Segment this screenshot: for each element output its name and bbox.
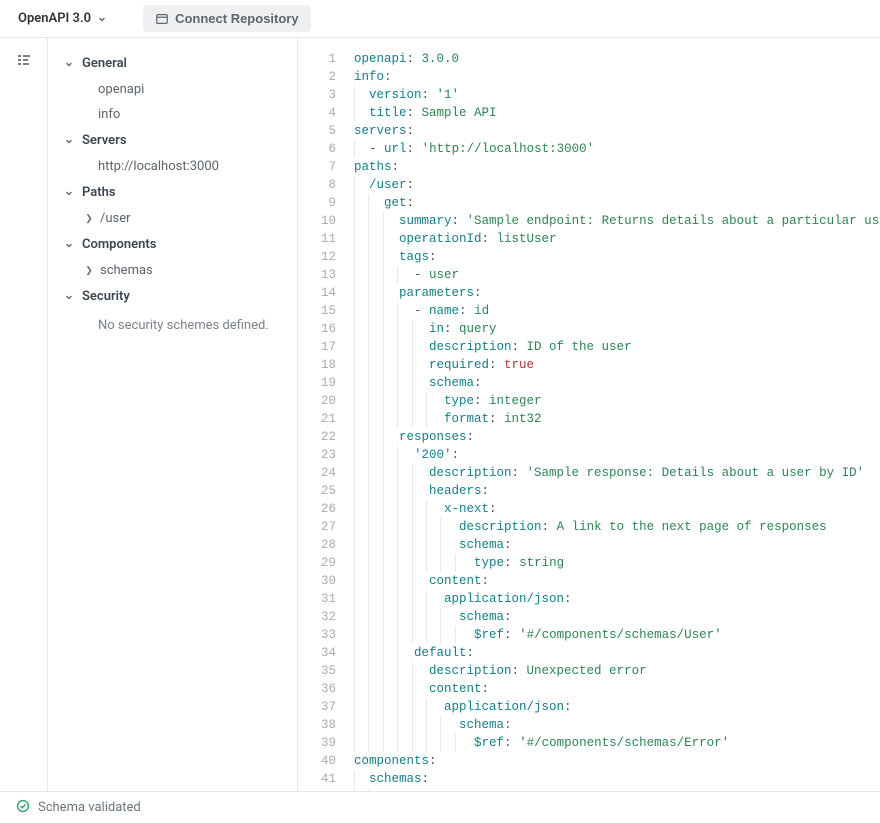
code-line[interactable]: responses: xyxy=(354,428,880,446)
tree-item-info[interactable]: info xyxy=(48,102,297,127)
code-line[interactable]: schema: xyxy=(354,716,880,734)
section-components[interactable]: Components xyxy=(48,231,297,258)
code-line[interactable]: schema: xyxy=(354,374,880,392)
chevron-right-icon xyxy=(84,214,94,224)
code-line[interactable]: $ref: '#/components/schemas/Error' xyxy=(354,734,880,752)
code-line[interactable]: paths: xyxy=(354,158,880,176)
check-circle-icon xyxy=(16,799,30,817)
line-number-gutter: 1234567891011121314151617181920212223242… xyxy=(298,38,344,791)
chevron-down-icon xyxy=(97,12,107,26)
chevron-down-icon xyxy=(64,290,74,304)
code-line[interactable]: required: true xyxy=(354,356,880,374)
section-servers[interactable]: Servers xyxy=(48,127,297,154)
toolbar: OpenAPI 3.0 Connect Repository xyxy=(0,0,880,38)
repository-icon xyxy=(155,12,169,26)
code-line[interactable]: info: xyxy=(354,68,880,86)
chevron-down-icon xyxy=(64,134,74,148)
tree-item-openapi[interactable]: openapi xyxy=(48,77,297,102)
code-line[interactable]: title: Sample API xyxy=(354,104,880,122)
code-line[interactable]: summary: 'Sample endpoint: Returns detai… xyxy=(354,212,880,230)
section-paths-label: Paths xyxy=(82,185,116,200)
code-line[interactable]: x-next: xyxy=(354,500,880,518)
status-text: Schema validated xyxy=(38,800,141,815)
code-line[interactable]: in: query xyxy=(354,320,880,338)
code-line[interactable]: description: ID of the user xyxy=(354,338,880,356)
code-line[interactable]: operationId: listUser xyxy=(354,230,880,248)
code-line[interactable]: headers: xyxy=(354,482,880,500)
code-line[interactable]: description: 'Sample response: Details a… xyxy=(354,464,880,482)
code-line[interactable]: servers: xyxy=(354,122,880,140)
spec-version-select[interactable]: OpenAPI 3.0 xyxy=(10,7,115,30)
sidebar: General openapi info Servers http://loca… xyxy=(48,38,298,791)
code-line[interactable]: - url: 'http://localhost:3000' xyxy=(354,140,880,158)
section-components-label: Components xyxy=(82,237,156,252)
code-line[interactable]: components: xyxy=(354,752,880,770)
code-line[interactable]: tags: xyxy=(354,248,880,266)
code-line[interactable]: content: xyxy=(354,572,880,590)
code-line[interactable]: type: string xyxy=(354,554,880,572)
code-line[interactable]: openapi: 3.0.0 xyxy=(354,50,880,68)
path-user-label: /user xyxy=(100,211,131,226)
code-line[interactable]: - name: id xyxy=(354,302,880,320)
code-line[interactable]: schema: xyxy=(354,608,880,626)
spec-version-label: OpenAPI 3.0 xyxy=(18,11,91,26)
section-security[interactable]: Security xyxy=(48,283,297,310)
left-gutter xyxy=(0,38,48,791)
code-line[interactable]: version: '1' xyxy=(354,86,880,104)
chevron-down-icon xyxy=(64,57,74,71)
section-paths[interactable]: Paths xyxy=(48,179,297,206)
tree-item-schemas[interactable]: schemas xyxy=(48,258,297,283)
section-general-label: General xyxy=(82,56,127,71)
tree-item-server[interactable]: http://localhost:3000 xyxy=(48,154,297,179)
chevron-down-icon xyxy=(64,238,74,252)
code-content[interactable]: openapi: 3.0.0info: version: '1' title: … xyxy=(344,38,880,791)
outline-toggle-button[interactable] xyxy=(16,52,32,72)
code-line[interactable]: default: xyxy=(354,644,880,662)
code-line[interactable]: content: xyxy=(354,680,880,698)
code-line[interactable]: $ref: '#/components/schemas/User' xyxy=(354,626,880,644)
code-line[interactable]: - user xyxy=(354,266,880,284)
code-line[interactable]: get: xyxy=(354,194,880,212)
connect-repository-button[interactable]: Connect Repository xyxy=(143,5,311,32)
code-line[interactable]: User: xyxy=(354,788,880,791)
chevron-down-icon xyxy=(64,186,74,200)
code-line[interactable]: parameters: xyxy=(354,284,880,302)
section-security-label: Security xyxy=(82,289,130,304)
section-general[interactable]: General xyxy=(48,50,297,77)
code-line[interactable]: format: int32 xyxy=(354,410,880,428)
code-line[interactable]: schema: xyxy=(354,536,880,554)
code-line[interactable]: description: A link to the next page of … xyxy=(354,518,880,536)
section-servers-label: Servers xyxy=(82,133,127,148)
code-line[interactable]: '200': xyxy=(354,446,880,464)
tree-item-path-user[interactable]: /user xyxy=(48,206,297,231)
no-security-text: No security schemes defined. xyxy=(48,310,297,338)
code-line[interactable]: application/json: xyxy=(354,698,880,716)
schemas-label: schemas xyxy=(100,263,153,278)
connect-repository-label: Connect Repository xyxy=(175,11,299,26)
outline-icon xyxy=(16,52,32,68)
chevron-right-icon xyxy=(84,266,94,276)
code-line[interactable]: description: Unexpected error xyxy=(354,662,880,680)
code-line[interactable]: application/json: xyxy=(354,590,880,608)
status-bar: Schema validated xyxy=(0,791,880,823)
code-editor[interactable]: 1234567891011121314151617181920212223242… xyxy=(298,38,880,791)
code-line[interactable]: schemas: xyxy=(354,770,880,788)
code-line[interactable]: type: integer xyxy=(354,392,880,410)
code-line[interactable]: /user: xyxy=(354,176,880,194)
